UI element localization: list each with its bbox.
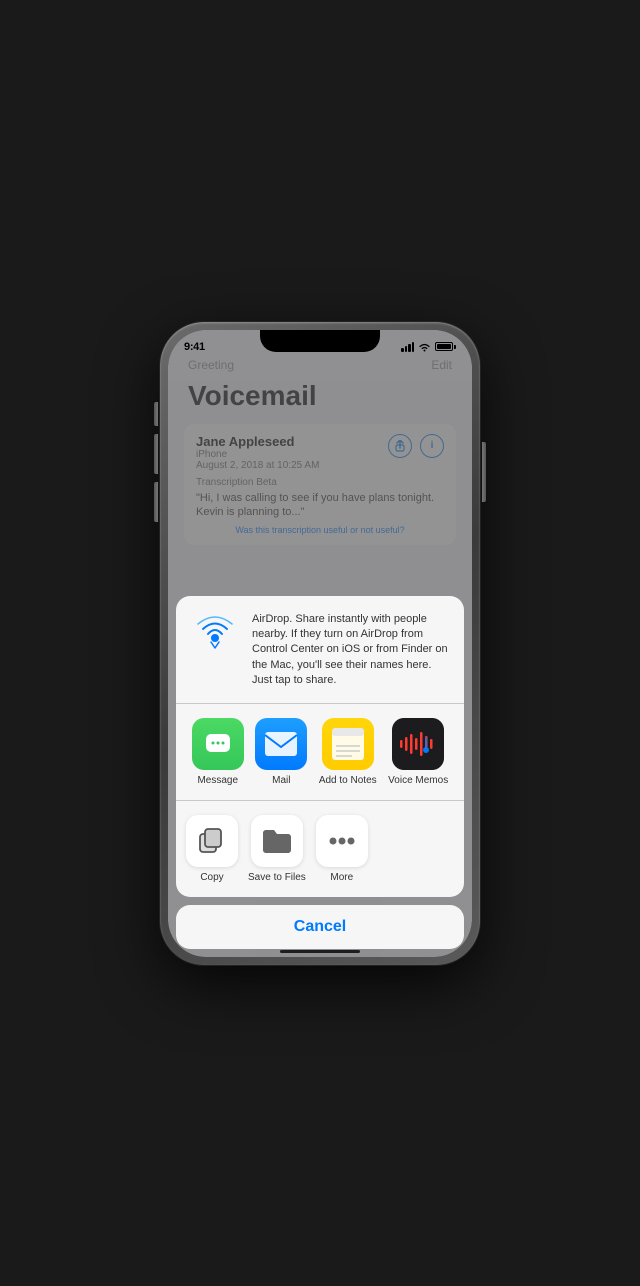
- share-app-notes[interactable]: Add to Notes: [319, 718, 377, 786]
- more-icon: [316, 815, 368, 867]
- messages-label: Message: [197, 775, 238, 786]
- apps-row: Message Mail: [186, 718, 454, 786]
- actions-row: Copy Save to Files: [186, 815, 454, 883]
- airdrop-section: AirDrop. Share instantly with people nea…: [176, 596, 464, 704]
- mail-icon: [255, 718, 307, 770]
- notes-label: Add to Notes: [319, 775, 377, 786]
- mail-label: Mail: [272, 775, 290, 786]
- battery-icon: [435, 342, 456, 351]
- action-more[interactable]: More: [316, 815, 368, 883]
- files-label: Save to Files: [248, 872, 306, 883]
- copy-icon: [186, 815, 238, 867]
- airdrop-icon: [190, 610, 240, 660]
- cancel-label: Cancel: [294, 918, 346, 936]
- copy-label: Copy: [200, 872, 223, 883]
- share-app-voicememos[interactable]: Voice Memos: [388, 718, 448, 786]
- apps-section: Message Mail: [176, 704, 464, 801]
- home-indicator: [280, 950, 360, 953]
- notch: [260, 330, 380, 352]
- status-icons: [401, 342, 456, 352]
- share-main-card: AirDrop. Share instantly with people nea…: [176, 596, 464, 897]
- more-label: More: [330, 872, 353, 883]
- action-files[interactable]: Save to Files: [248, 815, 306, 883]
- share-sheet: AirDrop. Share instantly with people nea…: [168, 596, 472, 957]
- voicememos-label: Voice Memos: [388, 775, 448, 786]
- action-copy[interactable]: Copy: [186, 815, 238, 883]
- actions-section: Copy Save to Files: [176, 801, 464, 897]
- status-time: 9:41: [184, 341, 205, 353]
- signal-icon: [401, 342, 414, 352]
- airdrop-description: AirDrop. Share instantly with people nea…: [252, 610, 450, 689]
- notes-icon: [322, 718, 374, 770]
- voicememos-icon: [392, 718, 444, 770]
- share-app-mail[interactable]: Mail: [255, 718, 307, 786]
- messages-icon: [192, 718, 244, 770]
- files-icon: [251, 815, 303, 867]
- cancel-button[interactable]: Cancel: [176, 905, 464, 949]
- wifi-icon: [418, 342, 431, 352]
- share-app-messages[interactable]: Message: [192, 718, 244, 786]
